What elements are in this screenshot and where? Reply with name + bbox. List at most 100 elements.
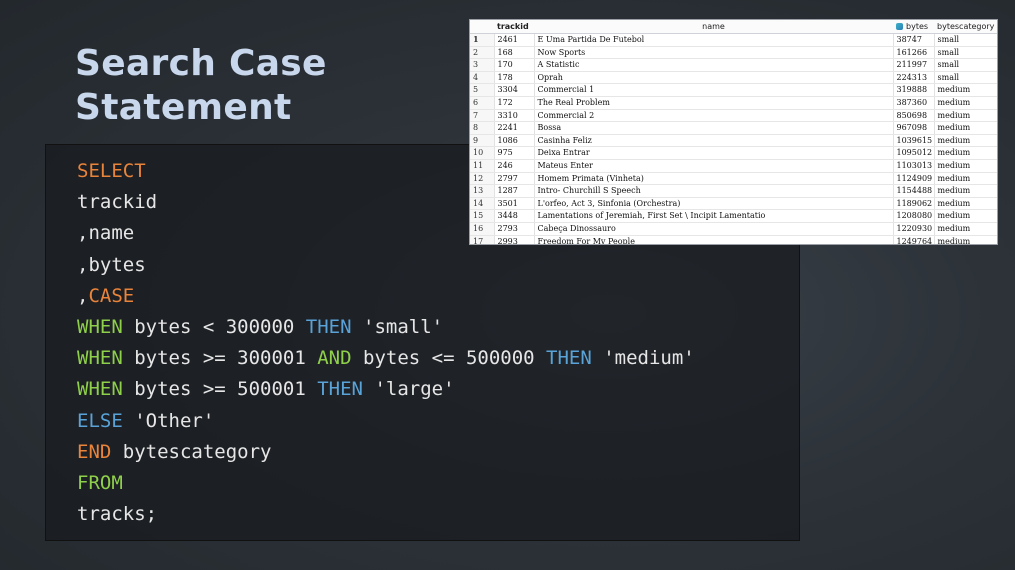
cell-trackid[interactable]: 3501 [493, 197, 534, 211]
table-row[interactable]: 16 2793 Cabeça Dinossauro 1220930 medium [470, 222, 997, 236]
cell-bytes[interactable]: 211997 [892, 58, 934, 72]
cell-bytescategory[interactable]: medium [933, 184, 997, 198]
table-row[interactable]: 1 2461 E Uma Partida De Futebol 38747 small [470, 33, 997, 47]
cell-bytescategory[interactable]: medium [933, 146, 997, 160]
cell-trackid[interactable]: 2461 [493, 33, 534, 47]
table-row[interactable]: 4 178 Oprah 224313 small [470, 71, 997, 85]
cell-trackid[interactable]: 168 [493, 46, 534, 60]
cell-name[interactable]: Mateus Enter [533, 159, 893, 173]
cell-name[interactable]: Commercial 2 [533, 109, 893, 123]
row-number[interactable]: 8 [470, 121, 495, 135]
cell-bytescategory[interactable]: medium [933, 159, 997, 173]
cell-bytescategory[interactable]: small [933, 46, 997, 60]
cell-trackid[interactable]: 2797 [493, 172, 534, 186]
row-number[interactable]: 15 [470, 209, 495, 223]
cell-name[interactable]: Oprah [533, 71, 893, 85]
cell-name[interactable]: Deixa Entrar [533, 146, 893, 160]
query-result-grid[interactable]: trackid name bytes bytescategory 1 2461 E … [469, 19, 998, 245]
table-row[interactable]: 15 3448 Lamentations of Jeremiah, First Se… [470, 209, 997, 223]
row-number[interactable]: 3 [470, 58, 495, 72]
table-row[interactable]: 12 2797 Homem Primata (Vinheta) 1124909 medi… [470, 172, 997, 186]
column-header-bytescategory[interactable]: bytescategory [934, 20, 997, 34]
cell-bytescategory[interactable]: medium [933, 83, 997, 97]
cell-name[interactable]: Commercial 1 [533, 83, 893, 97]
cell-bytes[interactable]: 1154488 [892, 184, 934, 198]
cell-bytes[interactable]: 967098 [892, 121, 934, 135]
table-row[interactable]: 2 168 Now Sports 161266 small [470, 46, 997, 60]
cell-bytes[interactable]: 1249764 [892, 235, 934, 244]
cell-bytescategory[interactable]: medium [933, 172, 997, 186]
cell-name[interactable]: Intro- Churchill S Speech [533, 184, 893, 198]
row-number[interactable]: 1 [470, 33, 495, 47]
cell-trackid[interactable]: 975 [493, 146, 534, 160]
cell-name[interactable]: E Uma Partida De Futebol [533, 33, 893, 47]
cell-bytes[interactable]: 319888 [892, 83, 934, 97]
cell-bytes[interactable]: 1208080 [892, 209, 934, 223]
cell-bytes[interactable]: 1220930 [892, 222, 934, 236]
table-row[interactable]: 3 170 A Statistic 211997 small [470, 58, 997, 72]
row-number[interactable]: 7 [470, 109, 495, 123]
row-number[interactable]: 14 [470, 197, 495, 211]
row-number[interactable]: 5 [470, 83, 495, 97]
table-row[interactable]: 13 1287 Intro- Churchill S Speech 1154488 me… [470, 184, 997, 198]
cell-bytes[interactable]: 224313 [892, 71, 934, 85]
cell-trackid[interactable]: 246 [493, 159, 534, 173]
cell-bytes[interactable]: 1095012 [892, 146, 934, 160]
cell-bytes[interactable]: 850698 [892, 109, 934, 123]
cell-name[interactable]: A Statistic [533, 58, 893, 72]
cell-name[interactable]: Homem Primata (Vinheta) [533, 172, 893, 186]
cell-trackid[interactable]: 1287 [493, 184, 534, 198]
row-number[interactable]: 17 [470, 235, 495, 244]
cell-bytes[interactable]: 1124909 [892, 172, 934, 186]
table-row[interactable]: 10 975 Deixa Entrar 1095012 medium [470, 146, 997, 160]
row-number[interactable]: 9 [470, 134, 495, 148]
cell-trackid[interactable]: 172 [493, 96, 534, 110]
cell-bytes[interactable]: 387360 [892, 96, 934, 110]
cell-trackid[interactable]: 2241 [493, 121, 534, 135]
cell-bytescategory[interactable]: medium [933, 209, 997, 223]
cell-bytescategory[interactable]: medium [933, 134, 997, 148]
cell-bytescategory[interactable]: medium [933, 109, 997, 123]
cell-trackid[interactable]: 178 [493, 71, 534, 85]
cell-name[interactable]: Now Sports [533, 46, 893, 60]
row-number[interactable]: 11 [470, 159, 495, 173]
table-row[interactable]: 11 246 Mateus Enter 1103013 medium [470, 159, 997, 173]
row-number[interactable]: 4 [470, 71, 495, 85]
cell-name[interactable]: Casinha Feliz [533, 134, 893, 148]
cell-bytes[interactable]: 1103013 [892, 159, 934, 173]
row-number[interactable]: 16 [470, 222, 495, 236]
cell-bytescategory[interactable]: small [933, 71, 997, 85]
table-row[interactable]: 7 3310 Commercial 2 850698 medium [470, 109, 997, 123]
cell-name[interactable]: Lamentations of Jeremiah, First Set \ In… [533, 209, 893, 223]
cell-name[interactable]: Bossa [533, 121, 893, 135]
cell-bytescategory[interactable]: medium [933, 222, 997, 236]
cell-bytescategory[interactable]: small [933, 58, 997, 72]
table-row[interactable]: 5 3304 Commercial 1 319888 medium [470, 83, 997, 97]
table-row[interactable]: 17 2993 Freedom For My People 1249764 medium [470, 235, 997, 244]
table-row[interactable]: 14 3501 L'orfeo, Act 3, Sinfonia (Orchestr… [470, 197, 997, 211]
table-row[interactable]: 9 1086 Casinha Feliz 1039615 medium [470, 134, 997, 148]
column-header-name[interactable]: name [534, 20, 893, 34]
cell-name[interactable]: The Real Problem [533, 96, 893, 110]
row-number[interactable]: 2 [470, 46, 495, 60]
table-row[interactable]: 6 172 The Real Problem 387360 medium [470, 96, 997, 110]
cell-bytes[interactable]: 161266 [892, 46, 934, 60]
cell-trackid[interactable]: 2993 [493, 235, 534, 244]
cell-bytescategory[interactable]: small [933, 33, 997, 47]
cell-trackid[interactable]: 2793 [493, 222, 534, 236]
column-header-bytes[interactable]: bytes [893, 20, 934, 34]
cell-bytes[interactable]: 38747 [892, 33, 934, 47]
cell-bytes[interactable]: 1039615 [892, 134, 934, 148]
row-number[interactable]: 10 [470, 146, 495, 160]
cell-trackid[interactable]: 3304 [493, 83, 534, 97]
cell-bytescategory[interactable]: medium [933, 235, 997, 244]
cell-bytescategory[interactable]: medium [933, 197, 997, 211]
cell-trackid[interactable]: 1086 [493, 134, 534, 148]
table-row[interactable]: 8 2241 Bossa 967098 medium [470, 121, 997, 135]
cell-trackid[interactable]: 3310 [493, 109, 534, 123]
cell-bytescategory[interactable]: medium [933, 121, 997, 135]
cell-trackid[interactable]: 3448 [493, 209, 534, 223]
cell-bytes[interactable]: 1189062 [892, 197, 934, 211]
cell-name[interactable]: L'orfeo, Act 3, Sinfonia (Orchestra) [533, 197, 893, 211]
cell-trackid[interactable]: 170 [493, 58, 534, 72]
